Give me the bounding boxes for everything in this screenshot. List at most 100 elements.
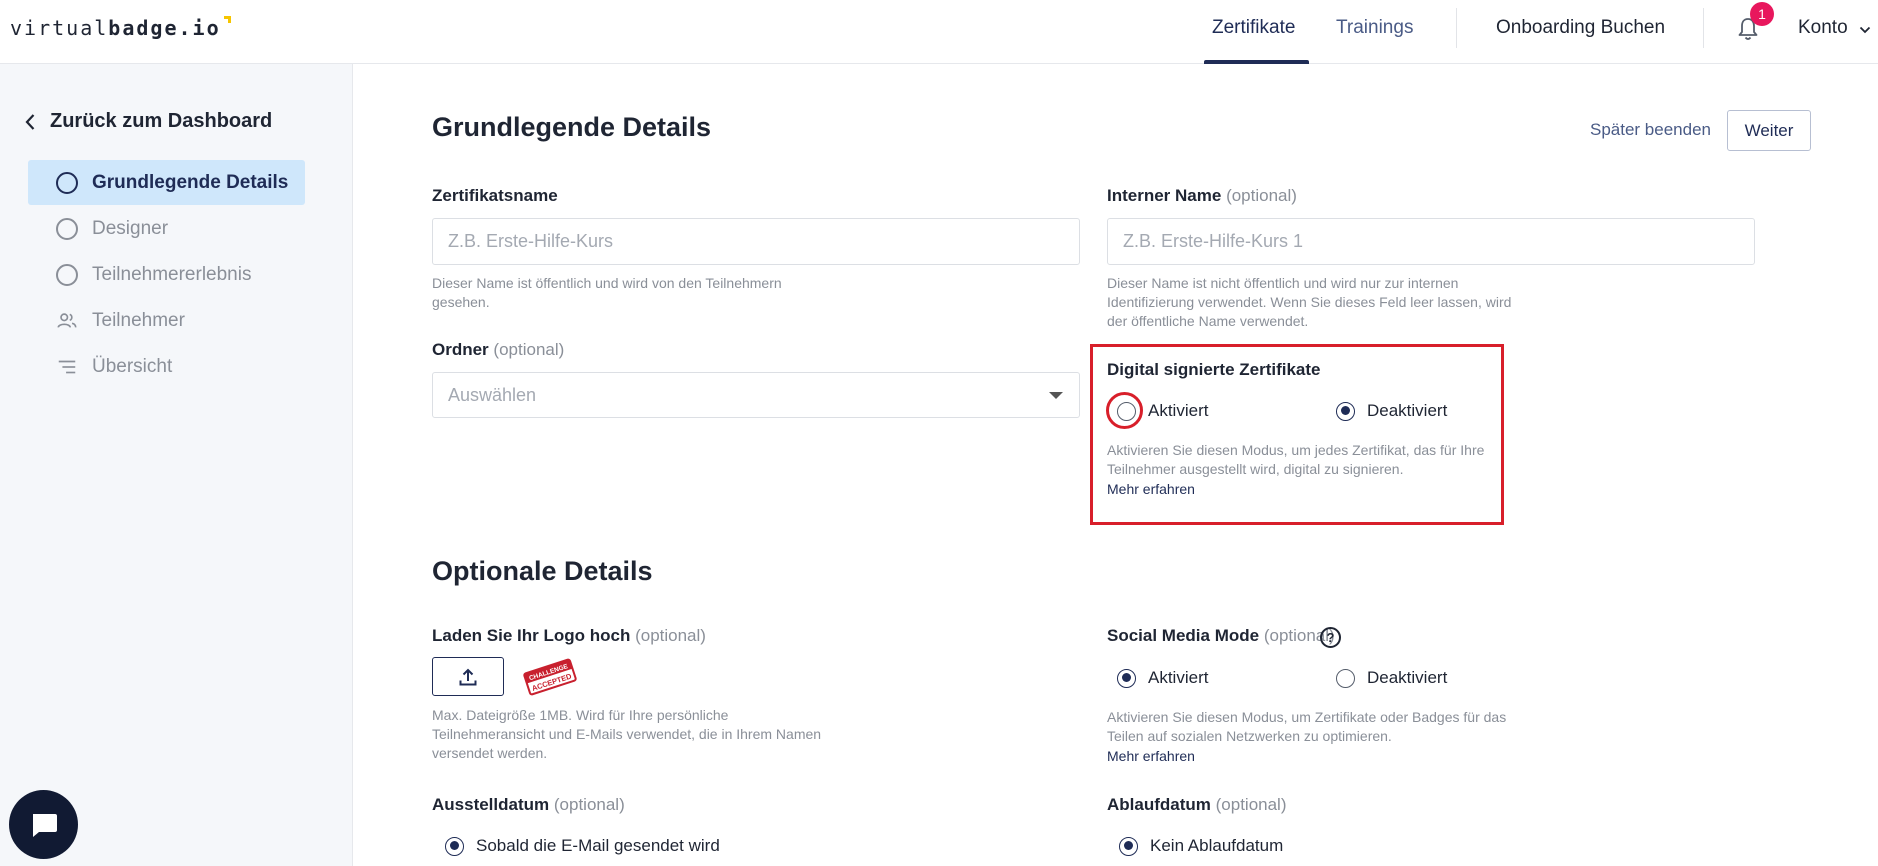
- social-media-learn-more-link[interactable]: Mehr erfahren: [1107, 748, 1195, 764]
- top-navigation: virtualbadge.io Zertifikate Trainings On…: [0, 0, 1878, 64]
- digital-signed-help: Aktivieren Sie diesen Modus, um jedes Ze…: [1107, 441, 1484, 479]
- finish-later-button[interactable]: Später beenden: [1590, 120, 1711, 140]
- logo-upload-label: Laden Sie Ihr Logo hoch (optional): [432, 626, 706, 646]
- label-text: Ausstelldatum: [432, 795, 550, 814]
- digital-signed-option-on[interactable]: Aktiviert: [1117, 401, 1208, 421]
- expiry-date-label: Ablaufdatum (optional): [1107, 795, 1287, 815]
- help-line: Teilnehmeransicht und E-Mails verwendet,…: [432, 726, 822, 742]
- label-text: Laden Sie Ihr Logo hoch: [432, 626, 631, 645]
- help-line: Dieser Name ist öffentlich und wird von …: [432, 275, 782, 291]
- optional-hint: (optional): [635, 626, 706, 645]
- radio-unchecked[interactable]: [1336, 668, 1355, 688]
- circle-step-icon: [56, 171, 78, 194]
- social-media-mode-label: Social Media Mode (optional): [1107, 626, 1335, 646]
- folder-label: Ordner (optional): [432, 340, 564, 360]
- help-line: Teilen auf sozialen Netzwerken zu optimi…: [1107, 728, 1392, 744]
- sidebar: Zurück zum Dashboard Grundlegende Detail…: [0, 64, 353, 866]
- chat-widget-button[interactable]: [9, 790, 78, 859]
- cert-name-label: Zertifikatsname: [432, 186, 558, 205]
- people-icon: [57, 312, 77, 328]
- help-line: Identifizierung verwendet. Wenn Sie dies…: [1107, 294, 1512, 310]
- sidebar-item-grundlegende-details[interactable]: Grundlegende Details: [28, 160, 305, 205]
- logo-preview-stamp: CHALLENGE ACCEPTED: [523, 658, 577, 696]
- section-title-optional: Optionale Details: [432, 556, 653, 586]
- radio-checked[interactable]: [1119, 836, 1138, 856]
- brand-logo[interactable]: virtualbadge.io: [10, 16, 231, 40]
- account-menu[interactable]: Konto: [1798, 17, 1848, 39]
- help-line: der öffentliche Name verwendet.: [1107, 313, 1309, 329]
- radio-label: Aktiviert: [1148, 668, 1209, 687]
- chevron-left-icon: [25, 113, 35, 130]
- sidebar-item-teilnehmer[interactable]: Teilnehmer: [28, 298, 305, 343]
- optional-hint: (optional): [1215, 795, 1287, 814]
- circle-step-icon: [56, 263, 78, 286]
- help-line: Teilnehmer ausgestellt wird, digital zu …: [1107, 461, 1404, 477]
- help-line: Dieser Name ist nicht öffentlich und wir…: [1107, 275, 1459, 291]
- label-text: Social Media Mode: [1107, 626, 1260, 645]
- radio-label: Deaktiviert: [1367, 668, 1448, 687]
- radio-checked[interactable]: [1336, 401, 1355, 421]
- nav-active-indicator: [1204, 60, 1309, 64]
- list-icon: [58, 360, 76, 373]
- nav-link-trainings[interactable]: Trainings: [1336, 17, 1413, 39]
- digital-signed-learn-more-link[interactable]: Mehr erfahren: [1107, 481, 1195, 497]
- issue-date-label: Ausstelldatum (optional): [432, 795, 625, 815]
- social-media-option-off[interactable]: Deaktiviert: [1336, 668, 1447, 688]
- issue-date-option-on-send[interactable]: Sobald die E-Mail gesendet wird: [445, 836, 720, 856]
- nav-divider: [1456, 8, 1457, 48]
- help-line: Max. Dateigröße 1MB. Wird für Ihre persö…: [432, 707, 729, 723]
- expiry-date-option-none[interactable]: Kein Ablaufdatum: [1119, 836, 1283, 856]
- folder-select[interactable]: Auswählen: [432, 372, 1080, 418]
- radio-label: Deaktiviert: [1367, 401, 1448, 420]
- folder-select-value: Auswählen: [448, 385, 537, 405]
- sidebar-item-label: Übersicht: [92, 355, 173, 377]
- sidebar-item-label: Teilnehmer: [92, 309, 185, 331]
- digital-signed-option-off[interactable]: Deaktiviert: [1336, 401, 1447, 421]
- optional-hint: (optional): [1226, 186, 1297, 205]
- chat-bubble-icon: [32, 813, 57, 837]
- nav-link-zertifikate[interactable]: Zertifikate: [1212, 17, 1295, 39]
- optional-hint: (optional): [493, 340, 565, 359]
- cert-name-input[interactable]: [432, 218, 1080, 265]
- logo-accent-icon: [223, 16, 231, 23]
- radio-label: Aktiviert: [1148, 401, 1209, 420]
- sidebar-item-label: Designer: [92, 217, 169, 239]
- sidebar-item-teilnehmererlebnis[interactable]: Teilnehmererlebnis: [28, 252, 305, 297]
- help-line: gesehen.: [432, 294, 490, 310]
- social-media-option-on[interactable]: Aktiviert: [1117, 668, 1208, 688]
- sidebar-item-label: Grundlegende Details: [92, 171, 289, 193]
- radio-label: Sobald die E-Mail gesendet wird: [476, 836, 720, 855]
- circle-step-icon: [56, 217, 78, 240]
- sidebar-item-uebersicht[interactable]: Übersicht: [28, 344, 305, 389]
- upload-icon: [459, 668, 477, 685]
- help-question-icon[interactable]: ?: [1320, 627, 1341, 648]
- digital-signed-label: Digital signierte Zertifikate: [1107, 360, 1321, 379]
- label-text: Ordner: [432, 340, 489, 359]
- nav-link-onboarding[interactable]: Onboarding Buchen: [1496, 17, 1665, 39]
- internal-name-label: Interner Name (optional): [1107, 186, 1297, 206]
- nav-divider: [1703, 8, 1704, 48]
- help-line: Aktivieren Sie diesen Modus, um Zertifik…: [1107, 709, 1507, 725]
- internal-name-input[interactable]: [1107, 218, 1755, 265]
- chevron-down-icon[interactable]: [1859, 24, 1871, 36]
- back-label: Zurück zum Dashboard: [50, 110, 273, 132]
- help-line: versendet werden.: [432, 745, 548, 761]
- radio-checked[interactable]: [1117, 668, 1136, 688]
- sidebar-item-designer[interactable]: Designer: [28, 206, 305, 251]
- radio-checked[interactable]: [445, 836, 464, 856]
- radio-unchecked[interactable]: [1117, 401, 1136, 421]
- logo-text-bold: badge.io: [108, 16, 221, 40]
- section-title-basic: Grundlegende Details: [432, 112, 712, 142]
- social-media-help: Aktivieren Sie diesen Modus, um Zertifik…: [1107, 708, 1506, 746]
- next-button[interactable]: Weiter: [1727, 110, 1811, 151]
- optional-hint: (optional): [553, 795, 625, 814]
- internal-name-help: Dieser Name ist nicht öffentlich und wir…: [1107, 274, 1511, 331]
- label-text: Ablaufdatum: [1107, 795, 1211, 814]
- help-line: Aktivieren Sie diesen Modus, um jedes Ze…: [1107, 442, 1485, 458]
- logo-text-light: virtual: [10, 16, 109, 40]
- back-to-dashboard-link[interactable]: Zurück zum Dashboard: [24, 110, 272, 133]
- caret-down-icon: [1049, 392, 1063, 399]
- logo-upload-help: Max. Dateigröße 1MB. Wird für Ihre persö…: [432, 706, 821, 763]
- cert-name-help: Dieser Name ist öffentlich und wird von …: [432, 274, 782, 312]
- upload-logo-button[interactable]: [432, 657, 504, 696]
